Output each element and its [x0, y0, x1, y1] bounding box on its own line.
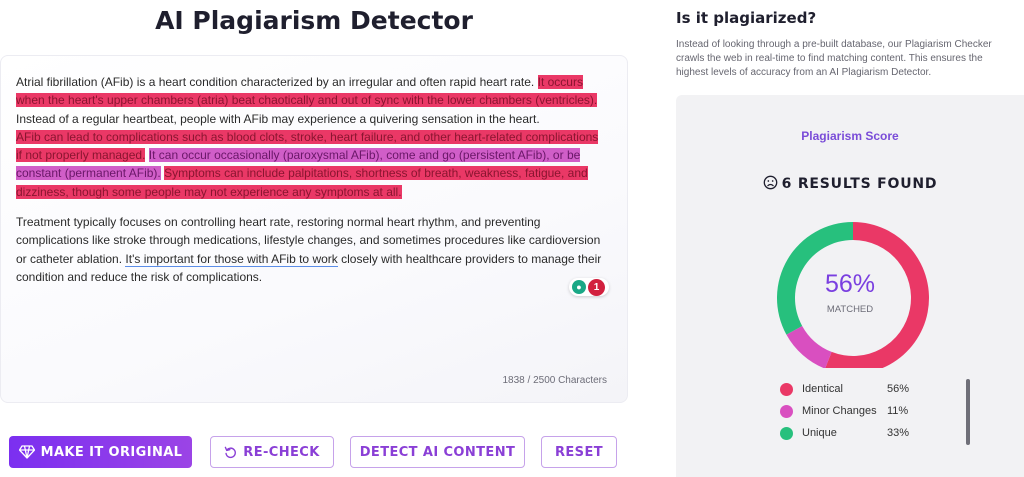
detect-ai-content-button[interactable]: DETECT AI CONTENT [350, 436, 525, 468]
legend-value: 56% [887, 383, 910, 395]
plagiarism-score-panel: Plagiarism Score 6 RESULTS FOUND 56% MAT… [676, 95, 1024, 477]
legend-dot [780, 427, 793, 440]
side-description: Instead of looking through a pre-built d… [676, 39, 992, 78]
lightbulb-icon[interactable]: ● [572, 280, 586, 294]
legend-dot [780, 405, 793, 418]
re-check-label: RE-CHECK [243, 444, 320, 460]
text-segment: Atrial fibrillation (AFib) is a heart co… [16, 75, 538, 89]
legend-label: Identical [802, 383, 843, 395]
reset-button[interactable]: RESET [541, 436, 617, 468]
legend-item-unique: Unique 33% [780, 425, 930, 447]
legend-scrollbar[interactable] [966, 379, 970, 445]
grammar-count-badge[interactable]: 1 [588, 279, 605, 296]
editor-paragraph-1[interactable]: Atrial fibrillation (AFib) is a heart co… [16, 73, 606, 201]
legend-dot [780, 383, 793, 396]
legend-value: 33% [887, 427, 910, 439]
donut-slice-minor-changes [786, 325, 832, 368]
diamond-icon [18, 445, 35, 459]
make-it-original-label: MAKE IT ORIGINAL [40, 444, 183, 460]
legend-label: Minor Changes [802, 405, 877, 417]
legend-label: Unique [802, 427, 837, 439]
text-editor[interactable]: Atrial fibrillation (AFib) is a heart co… [0, 55, 628, 403]
plagiarism-score-label: Plagiarism Score [801, 129, 899, 143]
side-title: Is it plagiarized? [676, 9, 817, 27]
legend-item-minor-changes: Minor Changes 11% [780, 403, 930, 425]
score-legend: Identical 56% Minor Changes 11% Unique 33% [780, 381, 930, 447]
make-it-original-button[interactable]: MAKE IT ORIGINAL [9, 436, 192, 468]
page-title: AI Plagiarism Detector [155, 6, 473, 35]
legend-item-identical: Identical 56% [780, 381, 930, 403]
text-segment[interactable]: It's important for those with AFib to wo… [125, 251, 338, 267]
refresh-icon [224, 446, 237, 458]
grammar-widget[interactable]: ● 1 [569, 278, 609, 296]
editor-paragraph-2[interactable]: Treatment typically focuses on controlli… [16, 213, 606, 286]
character-count: 1838 / 2500 Characters [502, 375, 607, 386]
text-segment: Instead of a regular heartbeat, people w… [16, 111, 540, 126]
matched-percentage: 56% [824, 270, 876, 298]
matched-label: MATCHED [826, 304, 874, 315]
legend-value: 11% [887, 405, 909, 417]
re-check-button[interactable]: RE-CHECK [210, 436, 334, 468]
